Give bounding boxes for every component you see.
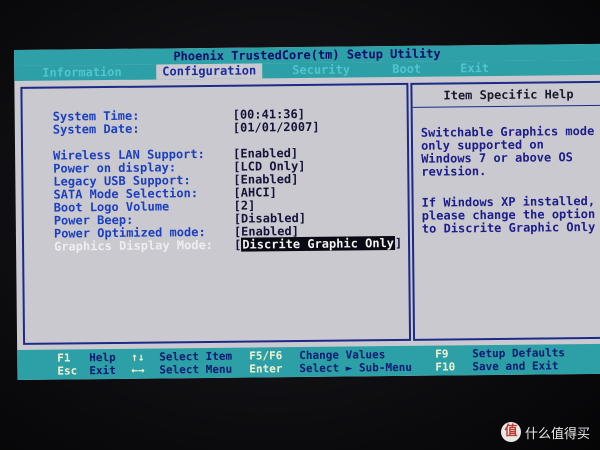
setting-system-date[interactable]: System Date: [01/01/2007] [23,120,407,137]
key-left-right: ←→ [131,363,145,377]
setting-value[interactable]: [01/01/2007] [233,120,320,135]
setting-label: System Date: [52,121,140,137]
menu-tab-security[interactable]: Security [292,62,350,78]
key-f10: F10 [435,360,456,374]
smzdm-logo-icon: 值 [500,422,521,442]
key-f5-f6-desc: Change Values [299,348,386,363]
help-panel: Item Specific Help Switchable Graphics m… [410,80,600,341]
setting-value[interactable]: [Discrite Graphic Only] [234,235,403,252]
key-f10-desc: Save and Exit [472,359,559,374]
help-text-windows-xp: If Windows XP installed, please change t… [421,193,596,236]
bios-setup-utility: Phoenix TrustedCore(tm) Setup Utility In… [14,43,600,380]
settings-panel: System Time: [00:41:36] System Date: [01… [20,82,412,345]
key-up-down-desc: Select Item [159,349,233,364]
watermark-text: 什么值得买 [524,426,590,442]
setting-label: Graphics Display Mode: [53,237,214,254]
key-esc-desc: Exit [89,363,116,378]
menu-tab-exit[interactable]: Exit [460,61,489,76]
key-f1-desc: Help [89,350,116,365]
monitor-screen: Phoenix TrustedCore(tm) Setup Utility In… [0,0,600,450]
key-f5-f6: F5/F6 [249,349,283,363]
selected-value-highlight[interactable]: Discrite Graphic Only [241,236,396,252]
menu-tab-information[interactable]: Information [42,65,122,81]
key-legend-bar: F1 Help ↑↓ Select Item F5/F6 Change Valu… [17,343,600,380]
key-f1: F1 [57,351,71,365]
menu-tab-configuration[interactable]: Configuration [156,63,263,80]
key-f9: F9 [435,347,449,361]
help-title: Item Specific Help [412,82,600,108]
key-enter: Enter [249,362,283,376]
key-enter-desc: Select ► Sub-Menu [299,360,413,376]
menu-tab-boot[interactable]: Boot [392,62,421,77]
utility-title: Phoenix TrustedCore(tm) Setup Utility [173,46,441,64]
value-bracket-close: ] [394,235,403,251]
help-text-switchable: Switchable Graphics mode only supported … [420,123,595,179]
key-left-right-desc: Select Menu [159,362,233,377]
key-up-down: ↑↓ [131,350,145,364]
setting-graphics-display-mode[interactable]: Graphics Display Mode: [Discrite Graphic… [24,235,408,254]
key-esc: Esc [57,364,78,378]
watermark: 值 什么值得买 [500,420,590,444]
key-f9-desc: Setup Defaults [472,346,565,361]
